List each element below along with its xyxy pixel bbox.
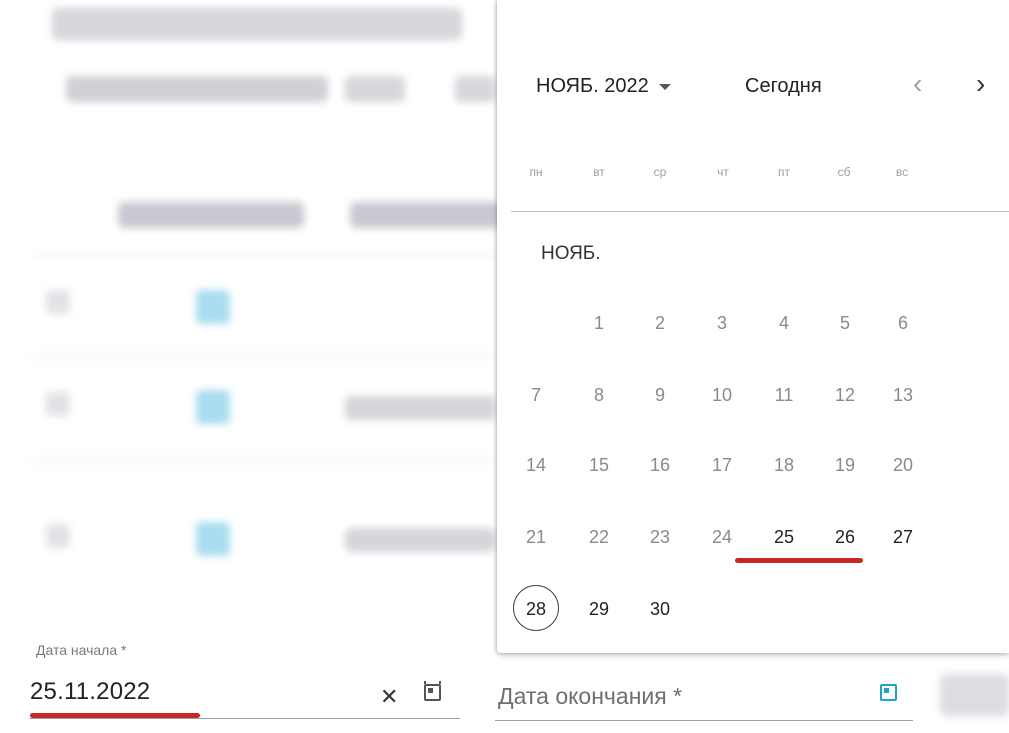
calendar-day[interactable]: 10 bbox=[700, 385, 744, 406]
calendar-day[interactable]: 16 bbox=[638, 455, 682, 476]
calendar-day[interactable]: 27 bbox=[881, 527, 925, 548]
month-section-label: НОЯБ. bbox=[541, 243, 601, 264]
blurred-checkbox bbox=[196, 290, 230, 324]
calendar-day[interactable]: 23 bbox=[638, 527, 682, 548]
calendar-day[interactable]: 14 bbox=[514, 455, 558, 476]
calendar-day[interactable]: 15 bbox=[577, 455, 621, 476]
weekday-divider bbox=[511, 211, 1009, 212]
blurred-rows-per-page-label bbox=[66, 76, 328, 102]
calendar-day[interactable]: 4 bbox=[762, 313, 806, 334]
calendar-day[interactable]: 30 bbox=[638, 599, 682, 620]
calendar-icon[interactable] bbox=[424, 681, 441, 701]
calendar-icon[interactable] bbox=[880, 684, 897, 701]
weekday-label: ср bbox=[653, 165, 667, 179]
calendar-day[interactable]: 22 bbox=[577, 527, 621, 548]
blurred-pagination-text bbox=[455, 76, 495, 102]
calendar-day[interactable]: 7 bbox=[514, 385, 558, 406]
calendar-day[interactable]: 21 bbox=[514, 527, 558, 548]
calendar-day[interactable]: 25 bbox=[762, 527, 806, 548]
close-icon[interactable]: ✕ bbox=[380, 684, 398, 710]
calendar-day[interactable]: 3 bbox=[700, 313, 744, 334]
calendar-day[interactable]: 24 bbox=[700, 527, 744, 548]
blurred-column-header bbox=[118, 202, 304, 228]
weekday-label: пт bbox=[778, 165, 790, 179]
weekday-label: вт bbox=[593, 165, 605, 179]
blurred-row-divider bbox=[32, 356, 497, 358]
calendar-day[interactable]: 5 bbox=[823, 313, 867, 334]
blurred-edit-icon bbox=[46, 290, 70, 314]
calendar-day[interactable]: 26 bbox=[823, 527, 867, 548]
start-date-underline bbox=[30, 718, 460, 719]
weekday-label: вс bbox=[895, 165, 909, 179]
weekday-label: пн bbox=[529, 165, 543, 179]
blurred-row-divider bbox=[32, 460, 497, 462]
calendar-day[interactable]: 29 bbox=[577, 599, 621, 620]
calendar-day[interactable]: 1 bbox=[577, 313, 621, 334]
blurred-edit-icon bbox=[46, 392, 70, 416]
chevron-right-icon[interactable]: › bbox=[976, 68, 985, 100]
chevron-left-icon[interactable]: ‹ bbox=[913, 68, 922, 100]
calendar-day[interactable]: 20 bbox=[881, 455, 925, 476]
blurred-date-cell bbox=[345, 396, 495, 420]
calendar-day-today[interactable]: 28 bbox=[513, 585, 559, 631]
calendar-day[interactable]: 2 bbox=[638, 313, 682, 334]
date-picker-header: НОЯБ. 2022 Сегодня ‹ › bbox=[497, 0, 1009, 130]
blurred-section-title bbox=[52, 8, 462, 40]
weekday-label: чт bbox=[717, 165, 729, 179]
blurred-date-cell bbox=[345, 528, 495, 552]
caret-down-icon bbox=[658, 83, 671, 90]
blurred-checkbox bbox=[196, 390, 230, 424]
start-date-label: Дата начала * bbox=[36, 642, 127, 658]
blurred-edit-icon bbox=[46, 524, 70, 548]
calendar-day[interactable]: 9 bbox=[638, 385, 682, 406]
calendar-day[interactable]: 17 bbox=[700, 455, 744, 476]
calendar-day[interactable]: 18 bbox=[762, 455, 806, 476]
calendar-day[interactable]: 13 bbox=[881, 385, 925, 406]
date-picker-popup: НОЯБ. 2022 Сегодня ‹ › пн вт ср чт пт сб… bbox=[497, 0, 1009, 653]
month-year-select[interactable]: НОЯБ. 2022 bbox=[536, 75, 671, 98]
calendar-day[interactable]: 11 bbox=[762, 385, 806, 406]
blurred-row-divider bbox=[32, 254, 497, 256]
red-highlight-underline bbox=[735, 558, 863, 563]
today-button[interactable]: Сегодня bbox=[745, 75, 822, 98]
end-date-label[interactable]: Дата окончания * bbox=[498, 683, 682, 710]
weekday-label: сб bbox=[837, 165, 851, 179]
calendar-day[interactable]: 19 bbox=[823, 455, 867, 476]
month-year-label: НОЯБ. 2022 bbox=[536, 75, 649, 97]
blurred-rows-per-page-select bbox=[345, 76, 405, 102]
blurred-checkbox bbox=[196, 522, 230, 556]
blurred-action-button bbox=[940, 674, 1009, 716]
calendar-day[interactable]: 6 bbox=[881, 313, 925, 334]
red-highlight-underline bbox=[30, 713, 200, 718]
blurred-column-header bbox=[350, 202, 500, 228]
start-date-input[interactable]: 25.11.2022 bbox=[30, 678, 150, 706]
calendar-day[interactable]: 12 bbox=[823, 385, 867, 406]
end-date-underline bbox=[495, 720, 913, 721]
calendar-day[interactable]: 8 bbox=[577, 385, 621, 406]
